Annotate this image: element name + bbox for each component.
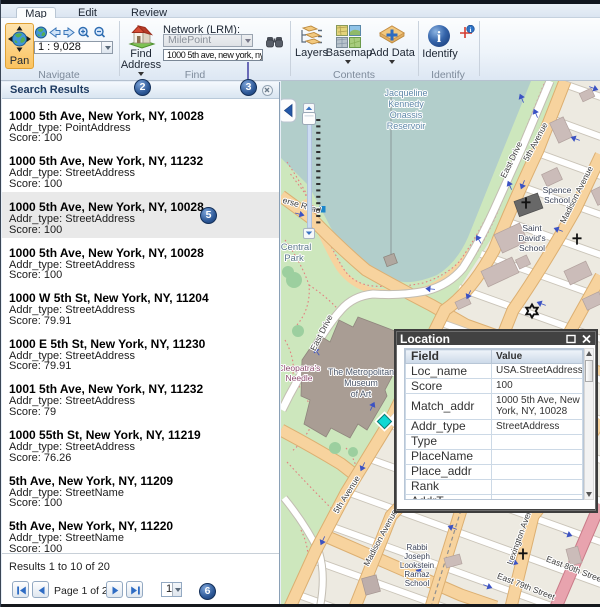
svg-text:Needle: Needle (286, 373, 313, 383)
svg-text:of Art: of Art (351, 389, 372, 399)
svg-text:Ramaz: Ramaz (404, 570, 429, 579)
svg-text:Lookstein: Lookstein (400, 561, 434, 570)
svg-text:Onassis: Onassis (390, 110, 423, 120)
svg-text:Jacqueline: Jacqueline (384, 88, 427, 98)
svg-text:School: School (405, 579, 430, 588)
svg-text:Cleopatra's: Cleopatra's (281, 363, 320, 373)
svg-text:i: i (470, 27, 472, 34)
svg-text:The Metropolitan: The Metropolitan (328, 367, 394, 377)
svg-text:Reservoir: Reservoir (387, 121, 426, 131)
svg-text:Spence: Spence (543, 185, 572, 195)
svg-text:Central: Central (281, 242, 311, 253)
svg-text:David's: David's (518, 233, 546, 243)
svg-text:Kennedy: Kennedy (388, 99, 424, 109)
svg-text:School: School (544, 195, 570, 205)
svg-text:Park: Park (284, 253, 304, 264)
svg-text:Saint: Saint (522, 223, 542, 233)
svg-text:Museum: Museum (344, 378, 378, 388)
svg-text:i: i (437, 29, 442, 46)
svg-text:Rabbi: Rabbi (407, 543, 428, 552)
svg-text:Joseph: Joseph (404, 552, 430, 561)
svg-text:School: School (519, 243, 545, 253)
